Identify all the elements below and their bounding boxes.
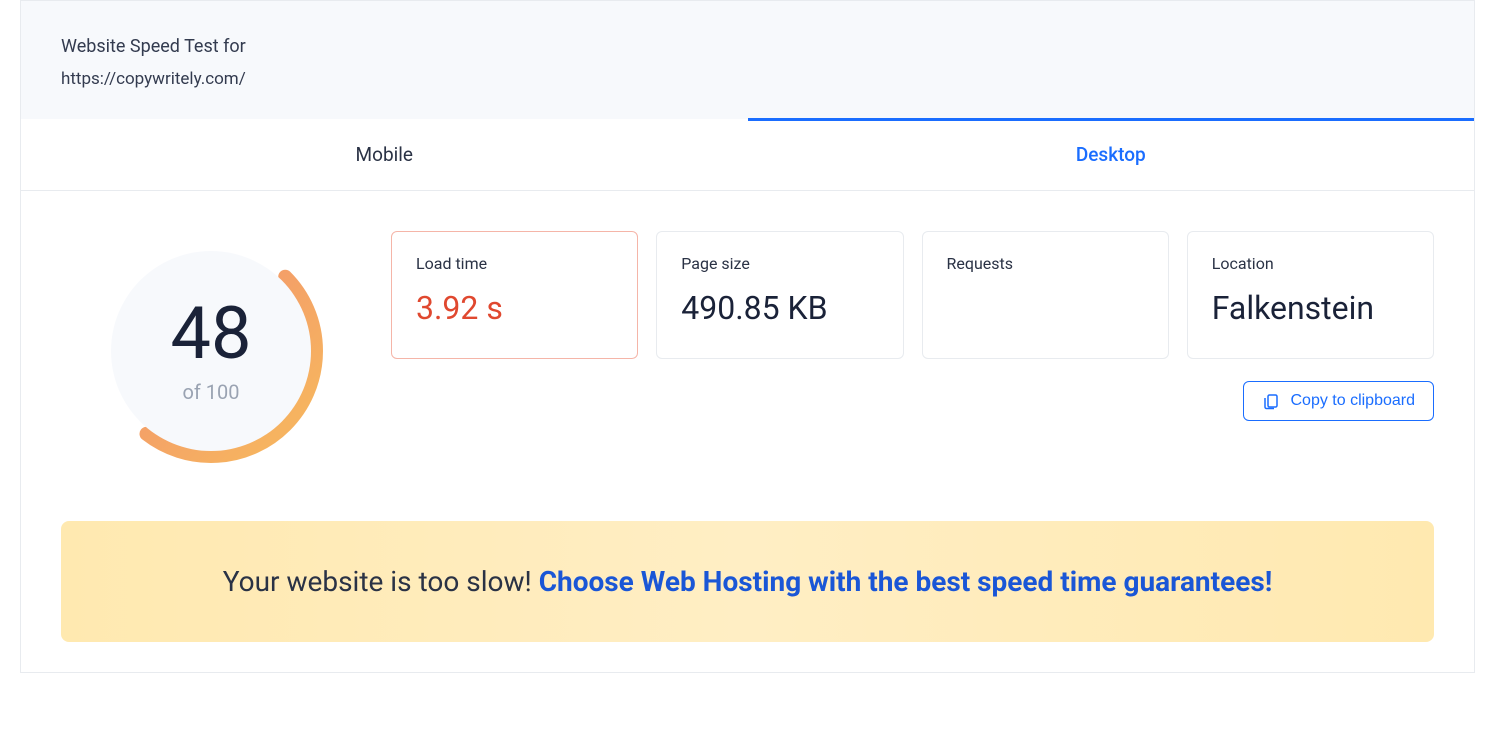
tab-desktop-label: Desktop xyxy=(1076,143,1146,166)
card-load-time-label: Load time xyxy=(416,254,613,273)
card-page-size: Page size 490.85 KB xyxy=(656,231,903,359)
header-title: Website Speed Test for xyxy=(61,36,1434,57)
metric-cards: Load time 3.92 s Page size 490.85 KB Req… xyxy=(391,231,1434,421)
card-load-time-value: 3.92 s xyxy=(416,289,613,327)
device-tabs: Mobile Desktop xyxy=(21,119,1474,191)
metrics-row: 48 of 100 Load time 3.92 s Page size 490… xyxy=(61,231,1434,471)
card-load-time: Load time 3.92 s xyxy=(391,231,638,359)
copy-to-clipboard-button[interactable]: Copy to clipboard xyxy=(1243,381,1434,421)
header-section: Website Speed Test for https://copywrite… xyxy=(21,1,1474,119)
tab-desktop[interactable]: Desktop xyxy=(748,119,1475,190)
score-value: 48 xyxy=(171,298,252,370)
tab-mobile-label: Mobile xyxy=(356,143,413,166)
copy-button-label: Copy to clipboard xyxy=(1290,392,1415,410)
card-page-size-value: 490.85 KB xyxy=(681,289,878,327)
header-url: https://copywritely.com/ xyxy=(61,69,1434,89)
card-page-size-label: Page size xyxy=(681,254,878,273)
card-requests-label: Requests xyxy=(947,254,1144,273)
clipboard-icon xyxy=(1262,392,1280,410)
card-location-label: Location xyxy=(1212,254,1409,273)
score-of-label: of 100 xyxy=(182,380,239,404)
banner-cta-link[interactable]: Choose Web Hosting with the best speed t… xyxy=(539,565,1273,598)
content-area: 48 of 100 Load time 3.92 s Page size 490… xyxy=(21,191,1474,672)
score-gauge: 48 of 100 xyxy=(61,231,361,471)
tab-mobile[interactable]: Mobile xyxy=(21,119,748,190)
upsell-banner: Your website is too slow! Choose Web Hos… xyxy=(61,521,1434,642)
card-location-value: Falkenstein xyxy=(1212,289,1409,327)
speed-test-panel: Website Speed Test for https://copywrite… xyxy=(20,0,1475,673)
card-requests: Requests xyxy=(922,231,1169,359)
card-location: Location Falkenstein xyxy=(1187,231,1434,359)
banner-lead-text: Your website is too slow! xyxy=(223,565,539,598)
